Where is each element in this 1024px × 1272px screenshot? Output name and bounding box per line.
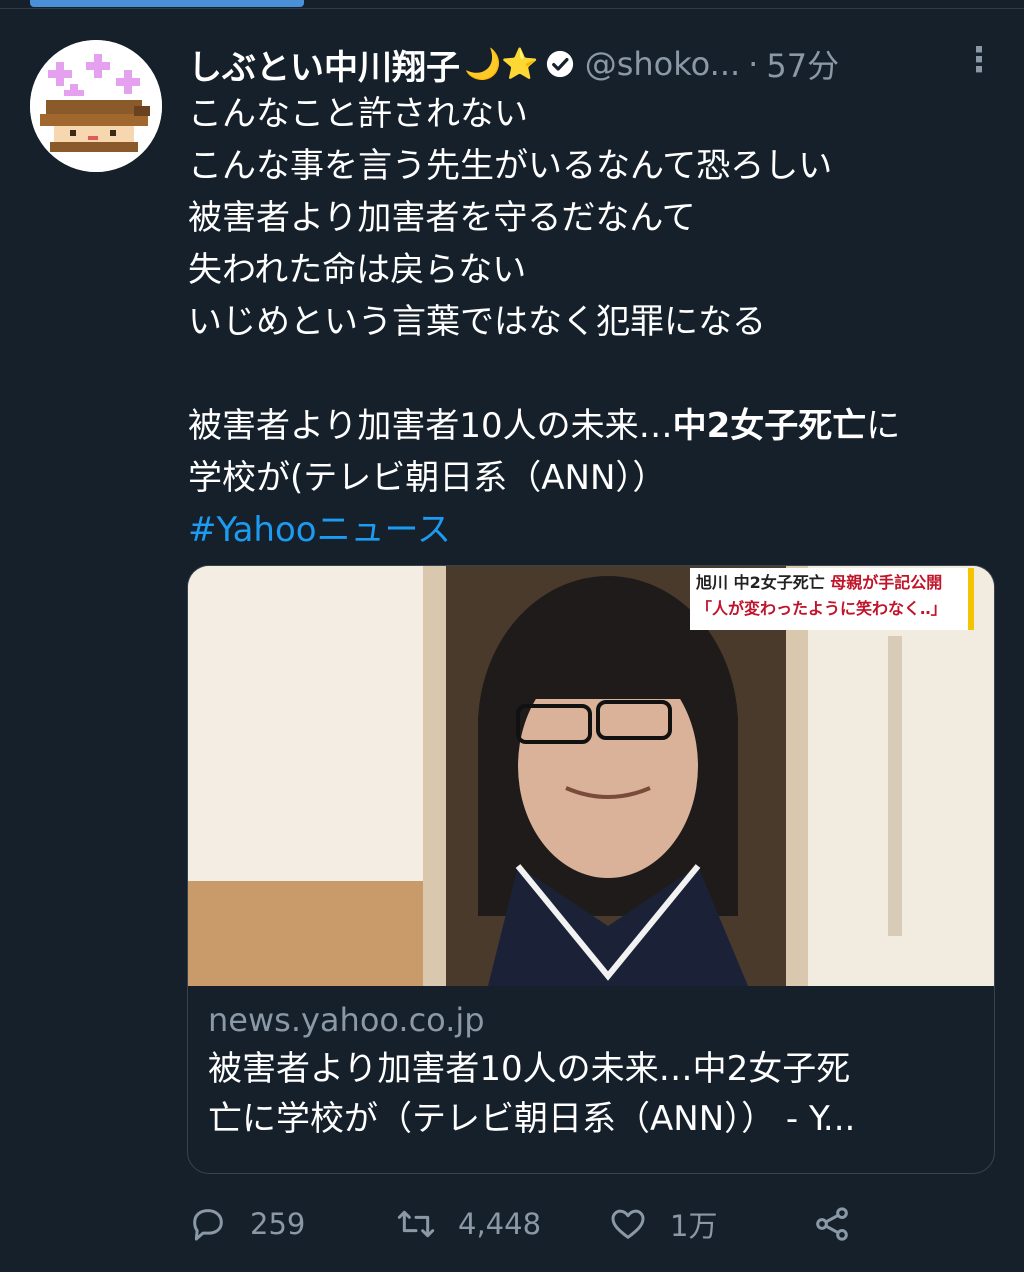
card-title: 被害者より加害者10人の未来…中2女子死 亡に学校が（テレビ朝日系（ANN）） … [208, 1044, 974, 1144]
tweet-line: いじめという言葉ではなく犯罪になる [188, 302, 766, 342]
reply-icon [193, 1209, 223, 1241]
display-name[interactable]: しぶとい中川翔子 [188, 40, 460, 89]
tweet-text: こんなこと許されない こんな事を言う先生がいるなんて恐ろしい 被害者より加害者を… [188, 88, 998, 556]
caption-text-red: 母親が手記公開 [830, 573, 943, 592]
share-button[interactable] [812, 1198, 874, 1250]
headline-bold: 中2女子死亡 [672, 406, 867, 446]
shared-headline: 被害者より加害者10人の未来…中2女子死亡に [188, 400, 998, 452]
more-options-icon[interactable]: ⋮ [962, 40, 996, 80]
progress-indicator [30, 0, 304, 7]
tweet-line: こんな事を言う先生がいるなんて恐ろしい [188, 146, 833, 186]
retweet-button[interactable]: 4,448 [396, 1198, 541, 1250]
top-progress-bar [0, 0, 1024, 10]
retweet-icon [397, 1210, 435, 1238]
like-count: 1万 [670, 1209, 718, 1243]
caption-text: 旭川 中2女子死亡 [696, 573, 831, 592]
card-title-line: 亡に学校が（テレビ朝日系（ANN）） - Y... [208, 1099, 856, 1139]
tweet-line: こんなこと許されない [188, 94, 528, 134]
card-image: 旭川 中2女子死亡 母親が手記公開 「人が変わったように笑わなく‥」 [188, 566, 994, 986]
tweet-line: 被害者より加害者を守るだなんて [188, 198, 696, 238]
like-button[interactable]: 1万 [608, 1198, 717, 1250]
avatar[interactable] [30, 40, 162, 172]
action-bar: 259 4,448 1万 [188, 1198, 988, 1250]
card-title-line: 被害者より加害者10人の未来…中2女子死 [208, 1049, 851, 1089]
divider [0, 8, 1024, 9]
verified-badge-icon [546, 50, 573, 78]
caption-line: 「人が変わったように笑わなく‥」 [696, 599, 947, 618]
timestamp[interactable]: 57分 [766, 41, 839, 87]
share-icon [816, 1207, 848, 1241]
retweet-count: 4,448 [458, 1207, 542, 1241]
link-preview-card[interactable]: 旭川 中2女子死亡 母親が手記公開 「人が変わったように笑わなく‥」 news.… [187, 565, 995, 1174]
hashtag-link[interactable]: #Yahooニュース [188, 504, 998, 556]
user-handle[interactable]: @shoko... [585, 45, 740, 83]
avatar-image [30, 40, 162, 172]
card-domain: news.yahoo.co.jp [208, 1001, 485, 1039]
caption-line: 旭川 中2女子死亡 母親が手記公開 [696, 570, 962, 596]
card-meta: news.yahoo.co.jp 被害者より加害者10人の未来…中2女子死 亡に… [208, 996, 974, 1144]
reply-count: 259 [250, 1207, 306, 1241]
reply-button[interactable]: 259 [188, 1198, 305, 1250]
shared-headline-line2: 学校が(テレビ朝日系（ANN）） [188, 458, 667, 498]
headline-part: に [866, 406, 901, 446]
separator-dot: · [748, 45, 759, 83]
tweet-header: しぶとい中川翔子 🌙⭐ @shoko... · 57分 [188, 38, 988, 90]
heart-icon [611, 1209, 645, 1239]
headline-part: 被害者より加害者10人の未来… [188, 406, 673, 446]
news-caption: 旭川 中2女子死亡 母親が手記公開 「人が変わったように笑わなく‥」 [690, 568, 974, 630]
tweet-line: 失われた命は戻らない [188, 250, 527, 290]
name-emoji: 🌙⭐ [464, 46, 539, 82]
